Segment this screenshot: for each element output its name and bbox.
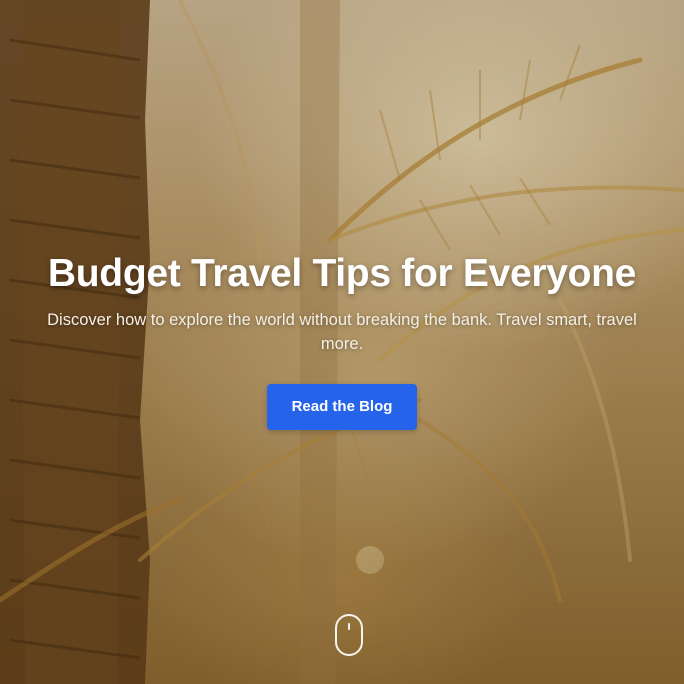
hero-section: Budget Travel Tips for Everyone Discover…	[0, 0, 684, 684]
read-the-blog-button[interactable]: Read the Blog	[267, 384, 417, 430]
mouse-scroll-icon[interactable]	[335, 614, 363, 656]
scroll-wheel-icon	[348, 623, 350, 630]
hero-content: Budget Travel Tips for Everyone Discover…	[0, 250, 684, 430]
hero-subtitle: Discover how to explore the world withou…	[47, 311, 637, 353]
hero-title: Budget Travel Tips for Everyone	[47, 252, 637, 295]
